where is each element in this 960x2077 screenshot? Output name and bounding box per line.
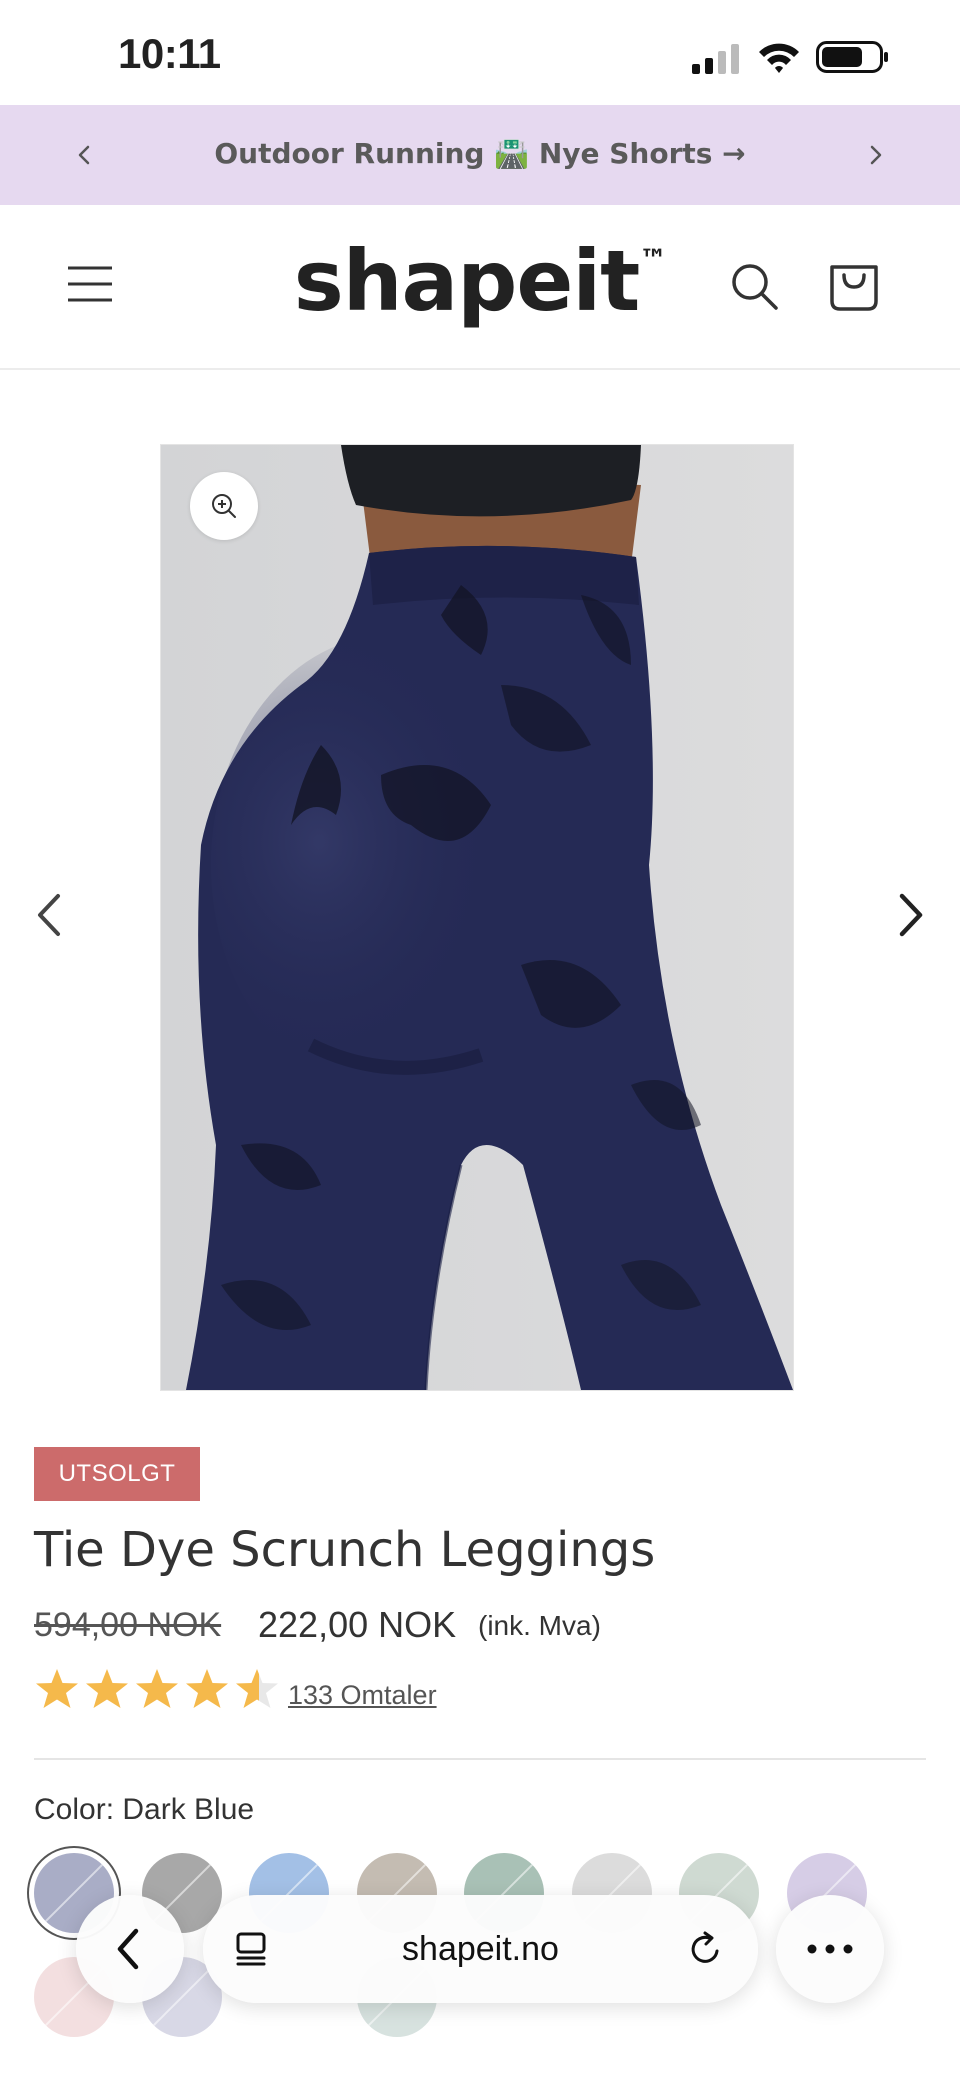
search-icon[interactable] [726, 258, 782, 314]
cellular-signal-icon [692, 44, 739, 74]
reviews-link[interactable]: 133 Omtaler [288, 1680, 437, 1711]
sold-out-badge: UTSOLGT [34, 1447, 200, 1501]
sale-price: 222,00 NOK [258, 1604, 457, 1645]
zoom-in-icon [212, 494, 236, 518]
half-star-icon [236, 1669, 278, 1708]
tax-note: (ink. Mva) [478, 1610, 601, 1641]
status-time: 10:11 [118, 30, 221, 77]
url-text: shapeit.no [402, 1930, 559, 1968]
more-options-button[interactable] [776, 1895, 884, 2003]
chevron-right-icon[interactable] [856, 135, 896, 175]
back-chevron-icon [117, 1928, 139, 1970]
battery-icon [816, 41, 888, 73]
star-icon [136, 1669, 178, 1708]
status-bar: 10:11 [0, 0, 960, 105]
cart-icon[interactable] [826, 255, 882, 315]
leggings-photo [161, 445, 793, 1390]
logo-text: shapeit [293, 232, 641, 330]
star-icon [186, 1669, 228, 1708]
announcement-bar: Outdoor Running 🛣️ Nye Shorts → [0, 105, 960, 205]
divider [34, 1758, 926, 1760]
reload-icon[interactable] [685, 1929, 725, 1969]
color-label: Color: Dark Blue [34, 1793, 255, 1826]
original-price: 594,00 NOK [34, 1606, 222, 1644]
rating-stars[interactable] [34, 1667, 284, 1713]
trademark-mark: ™ [639, 243, 667, 276]
announcement-link[interactable]: Outdoor Running 🛣️ Nye Shorts → [0, 105, 960, 205]
address-bar[interactable]: shapeit.no [203, 1895, 758, 2003]
more-dots-icon [807, 1944, 853, 1954]
next-image-arrow-icon[interactable] [880, 880, 940, 950]
previous-image-arrow-icon[interactable] [20, 880, 80, 950]
site-logo[interactable]: shapeit™ [0, 232, 960, 330]
browser-back-button[interactable] [76, 1895, 184, 2003]
zoom-button[interactable] [190, 472, 258, 540]
wifi-icon [759, 43, 799, 73]
site-header: shapeit™ [0, 205, 960, 370]
product-image[interactable] [160, 444, 794, 1391]
star-icon [86, 1669, 128, 1708]
product-title: Tie Dye Scrunch Leggings [34, 1522, 656, 1578]
star-icon [36, 1669, 78, 1708]
